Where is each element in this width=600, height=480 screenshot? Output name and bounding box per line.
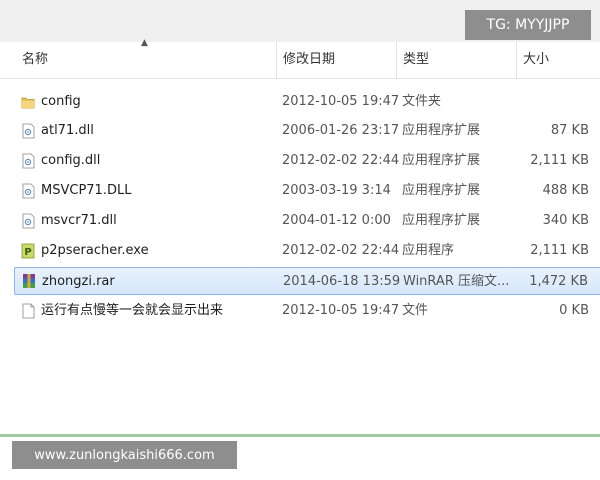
column-size-header[interactable]: 大小: [523, 42, 549, 78]
file-type: 应用程序扩展: [402, 123, 481, 138]
file-type: 文件夹: [402, 94, 442, 109]
file-type: 文件: [402, 303, 429, 318]
watermark-top: TG: MYYJJPP: [465, 10, 591, 40]
file-type: WinRAR 压缩文...: [403, 274, 510, 289]
dll-file-icon: [22, 213, 35, 229]
file-type: 应用程序: [402, 243, 455, 258]
file-row[interactable]: atl71.dll 2006-01-26 23:17 应用程序扩展 87 KB: [14, 118, 600, 144]
watermark-bottom: www.zunlongkaishi666.com: [12, 441, 237, 469]
folder-icon: [21, 97, 35, 109]
file-name: msvcr71.dll: [41, 213, 117, 228]
file-row[interactable]: MSVCP71.DLL 2003-03-19 3:14 应用程序扩展 488 K…: [14, 178, 600, 204]
file-row[interactable]: P p2pseracher.exe 2012-02-02 22:44 应用程序 …: [14, 238, 600, 264]
file-row[interactable]: msvcr71.dll 2004-01-12 0:00 应用程序扩展 340 K…: [14, 208, 600, 234]
dll-file-icon: [22, 153, 35, 169]
file-size: 87 KB: [550, 123, 589, 138]
file-date: 2012-10-05 19:47: [282, 303, 400, 318]
file-row-selected[interactable]: zhongzi.rar 2014-06-18 13:59 WinRAR 压缩文.…: [14, 267, 600, 295]
file-date: 2004-01-12 0:00: [282, 213, 391, 228]
file-size: 488 KB: [542, 183, 589, 198]
file-date: 2012-10-05 19:47: [282, 94, 400, 109]
dll-file-icon: [22, 123, 35, 139]
file-row[interactable]: 运行有点慢等一会就会显示出来 2012-10-05 19:47 文件 0 KB: [14, 298, 600, 324]
exe-file-icon: P: [21, 243, 35, 259]
file-name: p2pseracher.exe: [41, 243, 149, 258]
file-date: 2006-01-26 23:17: [282, 123, 400, 138]
blank-file-icon: [22, 303, 35, 319]
file-name: zhongzi.rar: [42, 274, 115, 289]
file-row[interactable]: config.dll 2012-02-02 22:44 应用程序扩展 2,111…: [14, 148, 600, 174]
sort-up-icon: ▲: [141, 38, 148, 48]
rar-archive-icon: [23, 274, 35, 288]
file-name: atl71.dll: [41, 123, 94, 138]
file-type: 应用程序扩展: [402, 153, 481, 168]
file-size: 2,111 KB: [530, 243, 589, 258]
file-size: 1,472 KB: [529, 274, 588, 289]
file-row[interactable]: config 2012-10-05 19:47 文件夹: [14, 89, 600, 115]
file-date: 2012-02-02 22:44: [282, 153, 400, 168]
file-date: 2003-03-19 3:14: [282, 183, 391, 198]
column-modified-header[interactable]: 修改日期: [283, 42, 335, 78]
file-type: 应用程序扩展: [402, 213, 481, 228]
column-header: ▲ 名称 修改日期 类型 大小: [0, 38, 600, 79]
file-size: 0 KB: [559, 303, 589, 318]
column-divider[interactable]: [396, 42, 397, 78]
file-name: 运行有点慢等一会就会显示出来: [41, 303, 224, 318]
file-name: config.dll: [41, 153, 101, 168]
column-type-header[interactable]: 类型: [403, 42, 429, 78]
file-date: 2012-02-02 22:44: [282, 243, 400, 258]
column-divider[interactable]: [516, 42, 517, 78]
column-name-header[interactable]: 名称: [22, 42, 48, 78]
dll-file-icon: [22, 183, 35, 199]
file-name: config: [41, 94, 81, 109]
file-type: 应用程序扩展: [402, 183, 481, 198]
file-size: 340 KB: [542, 213, 589, 228]
file-date: 2014-06-18 13:59: [283, 274, 401, 289]
column-divider[interactable]: [276, 42, 277, 78]
svg-text:P: P: [24, 247, 31, 258]
file-name: MSVCP71.DLL: [41, 183, 132, 198]
file-size: 2,111 KB: [530, 153, 589, 168]
